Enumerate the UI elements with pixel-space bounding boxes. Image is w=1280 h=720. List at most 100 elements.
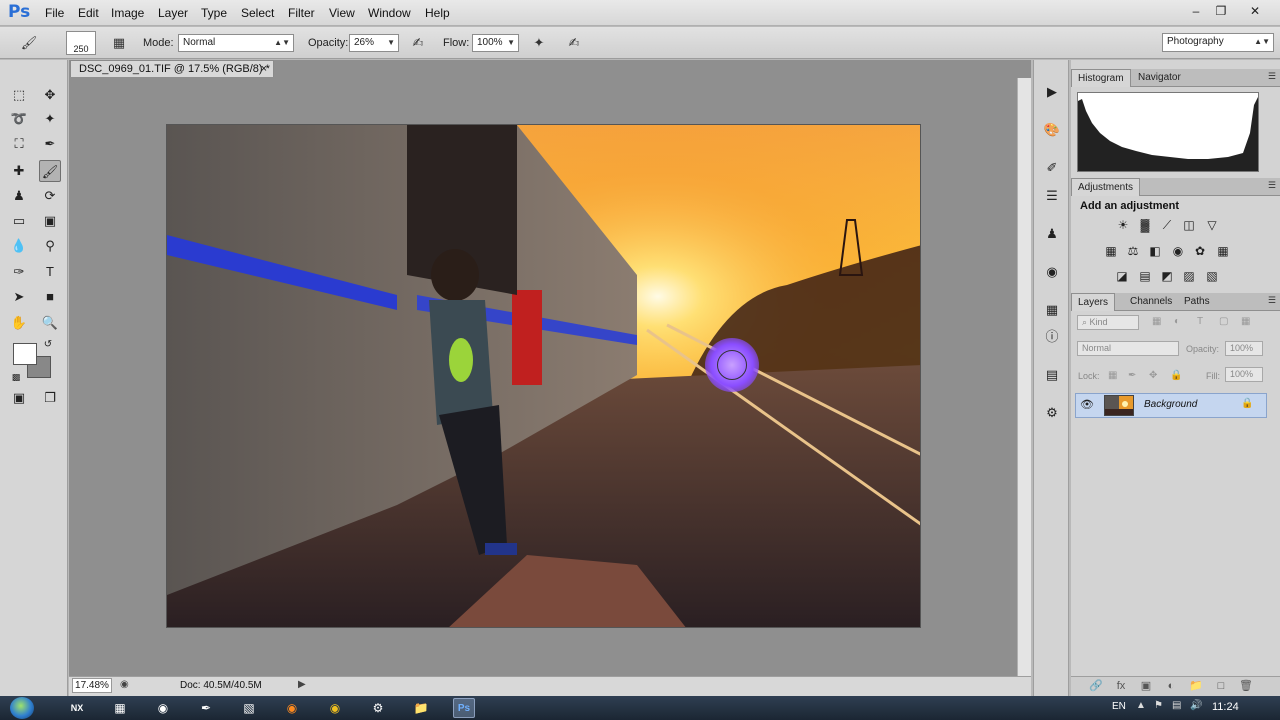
filter-pixel-icon[interactable]: ▦ <box>1152 316 1161 327</box>
layer-opacity-field[interactable]: 100% <box>1225 341 1263 356</box>
menu-edit[interactable]: Edit <box>78 6 99 20</box>
clock[interactable]: 11:24 <box>1212 701 1239 713</box>
swap-colors-icon[interactable]: ↺ <box>37 334 59 356</box>
panel-menu-icon[interactable]: ☰ <box>1268 295 1276 306</box>
channel-mixer-icon[interactable]: ✿ <box>1191 242 1209 260</box>
tab-channels[interactable]: Channels <box>1124 293 1178 311</box>
shape-tool-icon[interactable]: ■ <box>39 286 61 308</box>
tray-volume-icon[interactable]: 🔊 <box>1190 700 1202 711</box>
clone-stamp-tool-icon[interactable]: ♟ <box>8 185 30 207</box>
layer-thumbnail[interactable] <box>1104 395 1134 416</box>
filter-adjustment-icon[interactable]: ◐ <box>1174 316 1180 327</box>
brushes-icon[interactable]: ✐ <box>1041 158 1063 178</box>
panel-menu-icon[interactable]: ☰ <box>1268 180 1276 191</box>
app-icon-nx[interactable]: NX <box>66 698 88 718</box>
lock-all-icon[interactable]: 🔒 <box>1170 370 1182 381</box>
tab-layers[interactable]: Layers <box>1071 293 1116 311</box>
flow-field[interactable]: 100% ▼ <box>472 34 519 52</box>
opacity-field[interactable]: 26% ▼ <box>349 34 399 52</box>
selective-color-icon[interactable]: ▨ <box>1180 267 1198 285</box>
lock-image-icon[interactable]: ✒ <box>1128 370 1136 381</box>
menu-filter[interactable]: Filter <box>288 6 315 20</box>
path-selection-tool-icon[interactable]: ➤ <box>8 286 30 308</box>
firefox-icon[interactable]: ◉ <box>281 698 303 718</box>
photoshop-taskbar-icon[interactable]: Ps <box>453 698 475 718</box>
link-layers-icon[interactable]: 🔗 <box>1088 678 1104 694</box>
tab-paths[interactable]: Paths <box>1178 293 1216 311</box>
panel-menu-icon[interactable]: ☰ <box>1268 71 1276 82</box>
app-icon-explorer-pane[interactable]: ▦ <box>109 698 131 718</box>
document-canvas[interactable] <box>166 124 921 628</box>
eye-visibility-icon[interactable]: 👁 <box>1080 398 1094 411</box>
brush-tool-preset-icon[interactable]: 🖌 <box>20 34 38 52</box>
dodge-tool-icon[interactable]: ⚲ <box>39 235 61 257</box>
folder-icon[interactable]: 📁 <box>410 698 432 718</box>
color-balance-icon[interactable]: ⚖ <box>1124 242 1142 260</box>
info-icon[interactable]: ⓘ <box>1041 327 1063 347</box>
app-icon-pen[interactable]: ✒ <box>195 698 217 718</box>
layer-style-icon[interactable]: fx <box>1113 678 1129 694</box>
clone-source-icon[interactable]: ♟ <box>1041 224 1063 244</box>
menu-image[interactable]: Image <box>111 6 144 20</box>
actions-icon[interactable]: ▶ <box>1041 82 1063 102</box>
foreground-color-swatch[interactable] <box>13 343 37 365</box>
layer-kind-filter[interactable]: ⌕ Kind <box>1077 315 1139 330</box>
screen-mode-icon[interactable]: ❐ <box>39 387 61 409</box>
tray-flag-icon[interactable]: ⚑ <box>1154 700 1163 711</box>
invert-icon[interactable]: ◪ <box>1113 267 1131 285</box>
gradient-tool-icon[interactable]: ▣ <box>39 210 61 232</box>
photo-filter-icon[interactable]: ◉ <box>1169 242 1187 260</box>
document-tab[interactable]: DSC_0969_01.TIF @ 17.5% (RGB/8) * × <box>70 60 274 77</box>
menu-help[interactable]: Help <box>425 6 450 20</box>
brush-panel-toggle-icon[interactable]: ▦ <box>110 34 128 52</box>
new-group-icon[interactable]: 📁 <box>1188 678 1204 694</box>
status-menu-arrow-icon[interactable]: ▶ <box>298 679 306 690</box>
levels-icon[interactable]: ▓ <box>1136 216 1154 234</box>
hue-saturation-icon[interactable]: ▦ <box>1102 242 1120 260</box>
eyedropper-tool-icon[interactable]: ✒ <box>39 133 61 155</box>
tab-histogram[interactable]: Histogram <box>1071 69 1131 87</box>
status-info-icon[interactable]: ◉ <box>120 679 129 690</box>
mode-select[interactable]: Normal ▲▼ <box>178 34 294 52</box>
pen-tool-icon[interactable]: ✑ <box>8 261 30 283</box>
tab-adjustments[interactable]: Adjustments <box>1071 178 1141 196</box>
history-brush-tool-icon[interactable]: ⟳ <box>39 185 61 207</box>
airbrush-icon[interactable]: ✦ <box>530 34 548 52</box>
new-layer-icon[interactable]: □ <box>1213 678 1229 694</box>
history-icon[interactable]: ◉ <box>1041 262 1063 282</box>
menu-file[interactable]: File <box>45 6 64 20</box>
type-tool-icon[interactable]: T <box>39 261 61 283</box>
tray-arrow-icon[interactable]: ▲ <box>1136 700 1146 711</box>
chrome-icon[interactable]: ◉ <box>324 698 346 718</box>
menu-select[interactable]: Select <box>241 6 274 20</box>
quick-selection-tool-icon[interactable]: ✦ <box>39 108 61 130</box>
hand-tool-icon[interactable]: ✋ <box>8 312 30 334</box>
quick-mask-icon[interactable]: ▣ <box>8 387 30 409</box>
layer-name[interactable]: Background <box>1144 399 1197 410</box>
fill-field[interactable]: 100% <box>1225 367 1263 382</box>
blur-tool-icon[interactable]: 💧 <box>8 235 30 257</box>
app-icon-media[interactable]: ◉ <box>152 698 174 718</box>
gradient-map-icon[interactable]: ▧ <box>1203 267 1221 285</box>
lock-position-icon[interactable]: ✥ <box>1149 370 1157 381</box>
lasso-tool-icon[interactable]: ➰ <box>8 108 30 130</box>
minimize-icon[interactable]: – <box>1185 2 1207 20</box>
styles-icon[interactable]: ▦ <box>1041 300 1063 320</box>
color-lookup-icon[interactable]: ▦ <box>1214 242 1232 260</box>
menu-view[interactable]: View <box>329 6 355 20</box>
move-tool-icon[interactable]: ✥ <box>39 84 61 106</box>
workspace-select[interactable]: Photography ▲▼ <box>1162 33 1274 52</box>
tab-navigator[interactable]: Navigator <box>1132 69 1187 87</box>
brush-size-picker[interactable]: 250 <box>66 31 96 55</box>
pressure-size-icon[interactable]: ✍ <box>565 34 583 52</box>
blend-mode-select[interactable]: Normal <box>1077 341 1179 356</box>
swatches-icon[interactable]: 🎨 <box>1041 120 1063 140</box>
filter-smart-object-icon[interactable]: ▦ <box>1241 316 1250 327</box>
add-mask-icon[interactable]: ▣ <box>1138 678 1154 694</box>
start-button[interactable] <box>10 697 34 719</box>
zoom-tool-icon[interactable]: 🔍 <box>39 312 61 334</box>
zoom-level-field[interactable]: 17.48% <box>72 678 112 693</box>
eraser-tool-icon[interactable]: ▭ <box>8 210 30 232</box>
brush-tool-icon[interactable]: 🖌 <box>39 160 61 182</box>
healing-brush-tool-icon[interactable]: ✚ <box>8 160 30 182</box>
